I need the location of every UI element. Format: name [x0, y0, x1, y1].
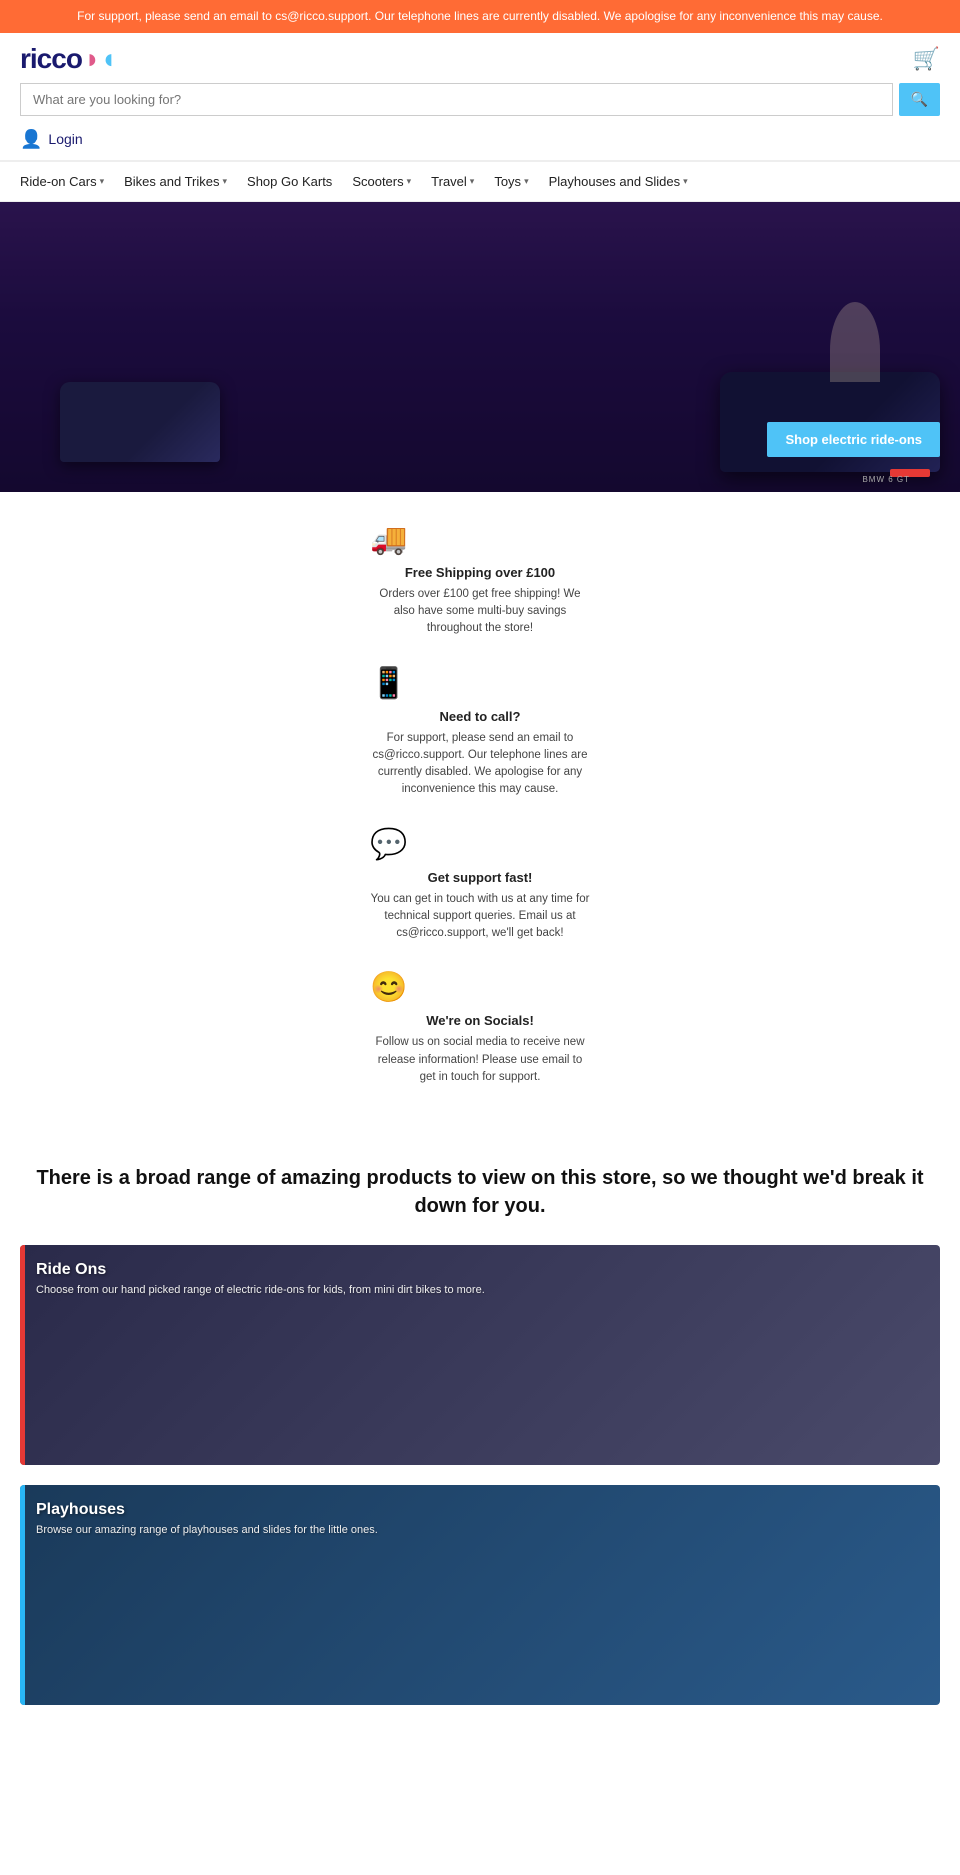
category-heading: There is a broad range of amazing produc… [20, 1164, 940, 1220]
info-block-call: 📱 Need to call? For support, please send… [370, 666, 590, 799]
search-bar: 🔍 [20, 83, 940, 116]
social-icon: 😊 [370, 970, 590, 1005]
search-button[interactable]: 🔍 [899, 83, 940, 116]
category-card-ride-ons[interactable]: Ride Ons Choose from our hand picked ran… [20, 1245, 940, 1465]
nav-label: Shop Go Karts [247, 174, 332, 189]
nav-item-scooters[interactable]: Scooters ▾ [342, 162, 421, 201]
nav-label: Bikes and Trikes [124, 174, 219, 189]
nav-label: Scooters [352, 174, 403, 189]
info-block-support: 💬 Get support fast! You can get in touch… [370, 827, 590, 943]
nav-item-toys[interactable]: Toys ▾ [484, 162, 538, 201]
main-nav: Ride-on Cars ▾ Bikes and Trikes ▾ Shop G… [0, 161, 960, 202]
nav-link-travel[interactable]: Travel ▾ [421, 162, 484, 201]
nav-link-bikes-trikes[interactable]: Bikes and Trikes ▾ [114, 162, 237, 201]
info-title-support: Get support fast! [370, 870, 590, 885]
nav-label: Playhouses and Slides [549, 174, 681, 189]
hero-cta: Shop electric ride-ons [767, 422, 940, 457]
site-logo[interactable]: ricco ◗◖ [20, 43, 116, 75]
site-header: ricco ◗◖ 🛒 🔍 👤 Login [0, 33, 960, 161]
nav-item-playhouses[interactable]: Playhouses and Slides ▾ [539, 162, 698, 201]
info-block-socials: 😊 We're on Socials! Follow us on social … [370, 970, 590, 1086]
category-title-ride-ons: Ride Ons [36, 1261, 924, 1279]
nav-link-playhouses[interactable]: Playhouses and Slides ▾ [539, 162, 698, 201]
category-desc-playhouses: Browse our amazing range of playhouses a… [36, 1523, 791, 1538]
search-input[interactable] [20, 83, 893, 116]
phone-icon: 📱 [370, 666, 590, 701]
banner-text: For support, please send an email to cs@… [77, 9, 883, 23]
nav-link-toys[interactable]: Toys ▾ [484, 162, 538, 201]
cart-icon[interactable]: 🛒 [913, 46, 940, 72]
nav-link-ride-on-cars[interactable]: Ride-on Cars ▾ [10, 162, 114, 201]
nav-item-bikes-trikes[interactable]: Bikes and Trikes ▾ [114, 162, 237, 201]
category-desc-ride-ons: Choose from our hand picked range of ele… [36, 1283, 791, 1298]
nav-list: Ride-on Cars ▾ Bikes and Trikes ▾ Shop G… [10, 162, 950, 201]
chevron-down-icon: ▾ [100, 176, 105, 187]
chevron-down-icon: ▾ [524, 176, 529, 187]
header-top: ricco ◗◖ 🛒 [20, 43, 940, 75]
chevron-down-icon: ▾ [470, 176, 475, 187]
search-icon: 🔍 [911, 91, 928, 107]
category-card-inner: Ride Ons Choose from our hand picked ran… [20, 1245, 940, 1465]
chevron-down-icon: ▾ [683, 176, 688, 187]
support-banner: For support, please send an email to cs@… [0, 0, 960, 33]
category-title-playhouses: Playhouses [36, 1501, 924, 1519]
info-title-shipping: Free Shipping over £100 [370, 565, 590, 580]
nav-item-travel[interactable]: Travel ▾ [421, 162, 484, 201]
hero-cta-button[interactable]: Shop electric ride-ons [767, 422, 940, 457]
nav-label: Travel [431, 174, 467, 189]
category-card-inner: Playhouses Browse our amazing range of p… [20, 1485, 940, 1705]
info-text-call: For support, please send an email to cs@… [370, 730, 590, 799]
chat-icon: 💬 [370, 827, 590, 862]
info-text-shipping: Orders over £100 get free shipping! We a… [370, 586, 590, 638]
user-icon: 👤 [20, 129, 42, 150]
logo-text: ricco [20, 43, 82, 75]
info-text-support: You can get in touch with us at any time… [370, 891, 590, 943]
nav-label: Toys [494, 174, 521, 189]
info-title-socials: We're on Socials! [370, 1013, 590, 1028]
hero-bmw-plate: BMW 6 GT [862, 475, 910, 484]
chevron-down-icon: ▾ [407, 176, 412, 187]
info-section: 🚚 Free Shipping over £100 Orders over £1… [350, 492, 610, 1144]
hero-car-left [60, 382, 220, 462]
category-card-playhouses[interactable]: Playhouses Browse our amazing range of p… [20, 1485, 940, 1705]
login-label: Login [48, 131, 82, 147]
category-section: There is a broad range of amazing produc… [0, 1144, 960, 1745]
chevron-down-icon: ▾ [223, 176, 228, 187]
shipping-icon: 🚚 [370, 522, 590, 557]
nav-link-scooters[interactable]: Scooters ▾ [342, 162, 421, 201]
nav-item-ride-on-cars[interactable]: Ride-on Cars ▾ [10, 162, 114, 201]
logo-icon: ◗◖ [84, 43, 116, 75]
info-title-call: Need to call? [370, 709, 590, 724]
login-area[interactable]: 👤 Login [20, 124, 940, 155]
nav-item-go-karts[interactable]: Shop Go Karts [237, 162, 342, 201]
hero-section: BMW 6 GT Shop electric ride-ons [0, 202, 960, 492]
nav-label: Ride-on Cars [20, 174, 97, 189]
nav-link-go-karts[interactable]: Shop Go Karts [237, 162, 342, 201]
info-block-shipping: 🚚 Free Shipping over £100 Orders over £1… [370, 522, 590, 638]
info-text-socials: Follow us on social media to receive new… [370, 1034, 590, 1086]
